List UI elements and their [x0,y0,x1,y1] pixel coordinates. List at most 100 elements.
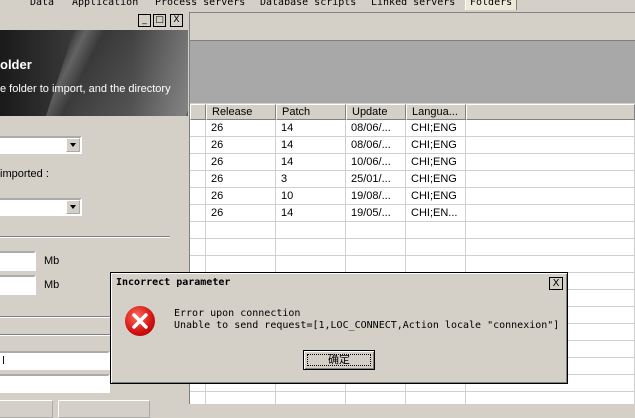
size-input-1[interactable] [0,251,36,271]
focus-rect [307,354,371,366]
column-header-patch[interactable]: Patch [276,104,346,120]
tab-linked-servers[interactable]: Linked servers [371,0,455,10]
empty-cell[interactable] [466,239,635,256]
empty-cell[interactable] [466,137,635,154]
secondary-input[interactable] [0,374,110,393]
table-cell[interactable]: CHI;ENG [406,137,466,154]
grid-header: Release Patch Update Langua... [190,104,635,120]
table-cell[interactable]: CHI;ENG [406,154,466,171]
empty-cell[interactable] [276,256,346,273]
empty-cell[interactable] [406,256,466,273]
table-cell[interactable]: CHI;ENG [406,188,466,205]
empty-cell[interactable] [406,239,466,256]
tab-database-scripts[interactable]: Database scripts [260,0,356,10]
banner-graphic [46,30,188,116]
table-cell[interactable]: 14 [276,120,346,137]
table-cell[interactable]: 08/06/... [346,137,406,154]
empty-cell[interactable] [346,392,406,404]
empty-cell[interactable] [466,188,635,205]
table-cell[interactable]: 10 [276,188,346,205]
empty-cell[interactable] [206,239,276,256]
bottom-button-1[interactable] [0,400,53,418]
ok-button[interactable]: 确定 [303,350,375,370]
table-cell[interactable]: 26 [206,171,276,188]
row-header-corner [190,104,206,120]
maximize-button[interactable]: □ [153,14,166,27]
table-cell[interactable]: 26 [206,154,276,171]
empty-cell[interactable] [346,239,406,256]
row-header-cell [190,222,206,239]
unit-label-mb: Mb [44,279,60,291]
empty-cell[interactable] [346,222,406,239]
empty-cell[interactable] [346,256,406,273]
tab-process-servers[interactable]: Process servers [155,0,245,10]
table-cell[interactable]: 26 [206,188,276,205]
table-cell[interactable]: 26 [206,120,276,137]
banner-subtitle: e folder to import, and the directory [0,83,171,95]
row-header-cell [190,392,206,404]
chevron-down-icon[interactable] [66,138,80,152]
empty-cell[interactable] [466,256,635,273]
dialog-title: Incorrect parameter [116,277,231,288]
table-cell[interactable]: CHI;ENG [406,171,466,188]
directory-combo[interactable] [0,198,82,216]
group-divider [0,236,170,238]
folder-combo[interactable] [0,136,82,154]
empty-cell[interactable] [206,222,276,239]
empty-cell[interactable] [466,120,635,137]
row-header-cell [190,188,206,205]
table-cell[interactable]: 26 [206,205,276,222]
empty-cell[interactable] [206,392,276,404]
empty-cell[interactable] [466,171,635,188]
row-header-cell [190,137,206,154]
empty-cell[interactable] [276,222,346,239]
table-cell[interactable]: 26 [206,137,276,154]
table-cell[interactable]: CHI;EN... [406,205,466,222]
empty-cell[interactable] [276,239,346,256]
table-cell[interactable]: 08/06/... [346,120,406,137]
empty-cell[interactable] [466,205,635,222]
tab-application[interactable]: Application [72,0,138,10]
error-message-line2: Unable to send request=[1,LOC_CONNECT,Ac… [174,320,560,331]
table-cell[interactable]: 10/06/... [346,154,406,171]
empty-cell[interactable] [406,222,466,239]
banner-title: older [0,57,32,72]
close-icon[interactable]: X [549,277,563,290]
table-cell[interactable]: 14 [276,154,346,171]
column-header-update[interactable]: Update [346,104,406,120]
group-divider [0,334,110,336]
column-header-release[interactable]: Release [206,104,276,120]
error-message-line1: Error upon connection [174,308,301,319]
row-header-cell [190,256,206,273]
close-button[interactable]: X [170,14,183,27]
row-header-cell [190,120,206,137]
empty-cell[interactable] [466,154,635,171]
path-input[interactable]: l [0,351,110,370]
tab-data[interactable]: Data [30,0,54,10]
table-cell[interactable]: 19/08/... [346,188,406,205]
row-header-cell [190,154,206,171]
size-input-2[interactable] [0,275,36,295]
empty-cell[interactable] [206,256,276,273]
table-cell[interactable]: 3 [276,171,346,188]
empty-cell[interactable] [466,392,635,404]
table-cell[interactable]: 19/05/... [346,205,406,222]
chevron-down-icon[interactable] [66,200,80,214]
table-cell[interactable]: 14 [276,205,346,222]
empty-cell[interactable] [466,222,635,239]
table-cell[interactable]: 25/01/... [346,171,406,188]
column-header-language[interactable]: Langua... [406,104,466,120]
empty-cell[interactable] [276,392,346,404]
group-divider [0,316,110,318]
column-header-filler [466,104,635,120]
minimize-button[interactable]: _ [138,14,151,27]
header-panel [190,40,635,103]
table-cell[interactable]: 14 [276,137,346,154]
table-cell[interactable]: CHI;ENG [406,120,466,137]
wizard-banner: older e folder to import, and the direct… [0,30,188,116]
row-header-cell [190,205,206,222]
empty-cell[interactable] [406,392,466,404]
row-header-cell [190,239,206,256]
tab-folders[interactable]: Folders [465,0,518,10]
bottom-button-2[interactable] [58,400,150,418]
